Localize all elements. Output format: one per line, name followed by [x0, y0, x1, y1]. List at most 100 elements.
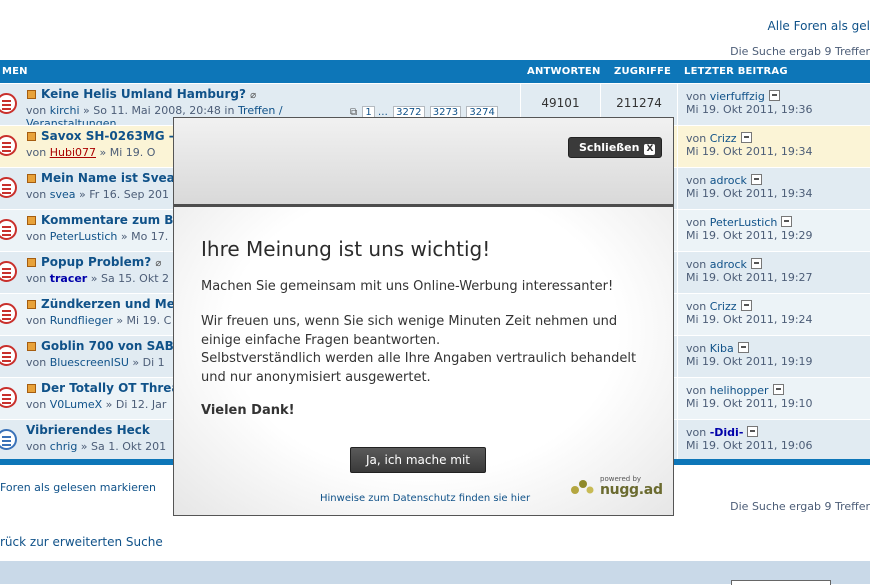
last-post-author-link[interactable]: -Didi- — [710, 426, 744, 439]
search-result-count: Die Suche ergab 9 Treffer — [730, 45, 870, 58]
mark-forums-read-link[interactable]: Foren als gelesen markieren — [0, 481, 156, 494]
topic-read-icon — [0, 345, 17, 366]
last-post-author: von -Didi- — [686, 426, 759, 439]
last-post-time: Mi 19. Okt 2011, 19:27 — [686, 271, 813, 284]
topic-read-icon — [0, 303, 17, 324]
last-post-time: Mi 19. Okt 2011, 19:36 — [686, 103, 813, 116]
header-last-post: LETZTER BEITRAG — [684, 66, 788, 77]
last-post-author-link[interactable]: vierfuffzig — [710, 90, 765, 103]
nuggad-logo[interactable]: powered by nugg.ad — [570, 473, 663, 499]
goto-last-post-icon[interactable] — [747, 426, 759, 437]
topic-meta: von V0LumeX » Di 12. Jar — [26, 398, 167, 411]
topic-title[interactable]: Savox SH-0263MG - T — [41, 129, 186, 143]
paperclip-icon: ⌀ — [250, 90, 257, 101]
post-icon — [27, 300, 36, 309]
last-post-author: von adrock — [686, 174, 762, 187]
topic-title[interactable]: Popup Problem? ⌀ — [41, 255, 161, 269]
goto-last-post-icon[interactable] — [781, 216, 793, 227]
post-icon — [27, 342, 36, 351]
goto-last-post-icon[interactable] — [740, 300, 752, 311]
topic-meta: von PeterLustich » Mo 17. — [26, 230, 169, 243]
topic-title[interactable]: Zündkerzen und Mehr — [41, 297, 189, 311]
mark-all-forums-read-link[interactable]: Alle Foren als gel — [768, 19, 870, 33]
last-post-author-link[interactable]: Crizz — [710, 300, 737, 313]
topic-meta: von BluescreenISU » Di 1 — [26, 356, 165, 369]
footer-box — [731, 580, 831, 585]
goto-last-post-icon[interactable] — [768, 90, 780, 101]
topic-author[interactable]: V0LumeX — [50, 398, 102, 411]
topic-author[interactable]: PeterLustich — [50, 230, 118, 243]
goto-last-post-icon[interactable] — [750, 258, 762, 269]
topic-author[interactable]: Hubi077 — [50, 146, 96, 159]
topic-title[interactable]: Goblin 700 von SAB — [41, 339, 174, 353]
goto-last-post-icon[interactable] — [772, 384, 784, 395]
topic-read-icon — [0, 135, 17, 156]
close-icon: X — [644, 144, 656, 155]
last-post-author-link[interactable]: adrock — [710, 258, 747, 271]
last-post-author: von Crizz — [686, 132, 752, 145]
header-views: ZUGRIFFE — [614, 66, 672, 77]
topic-title[interactable]: Der Totally OT Threa — [41, 381, 180, 395]
header-replies: ANTWORTEN — [527, 66, 601, 77]
post-icon — [27, 384, 36, 393]
last-post-author-link[interactable]: helihopper — [710, 384, 769, 397]
topic-author[interactable]: Rundflieger — [50, 314, 113, 327]
back-to-advanced-search-link[interactable]: rück zur erweiterten Suche — [0, 535, 163, 549]
privacy-link[interactable]: Hinweise zum Datenschutz finden sie hier — [320, 493, 530, 504]
topic-meta: von svea » Fr 16. Sep 201 — [26, 188, 169, 201]
post-icon — [27, 90, 36, 99]
topic-title[interactable]: Mein Name ist Svea — [41, 171, 175, 185]
last-post-time: Mi 19. Okt 2011, 19:10 — [686, 397, 813, 410]
modal-description: Wir freuen uns, wenn Sie sich wenige Min… — [201, 314, 637, 385]
last-post-author: von vierfuffzig — [686, 90, 780, 103]
table-header: MEN ANTWORTEN ZUGRIFFE LETZTER BEITRAG — [0, 60, 870, 83]
header-topics: MEN — [2, 66, 28, 77]
last-post-author: von adrock — [686, 258, 762, 271]
last-post-author-link[interactable]: Kiba — [710, 342, 734, 355]
topic-author[interactable]: svea — [50, 188, 76, 201]
topic-forum-line2[interactable]: Veranstaltungen — [26, 117, 117, 125]
last-post-author-link[interactable]: adrock — [710, 174, 747, 187]
last-post-time: Mi 19. Okt 2011, 19:34 — [686, 145, 813, 158]
last-post-time: Mi 19. Okt 2011, 19:24 — [686, 313, 813, 326]
modal-title: Ihre Meinung ist uns wichtig! — [201, 237, 491, 261]
goto-last-post-icon[interactable] — [750, 174, 762, 185]
topic-read-icon — [0, 387, 17, 408]
topic-author[interactable]: chrig — [50, 440, 78, 453]
logo-text: nugg.ad — [600, 482, 663, 498]
topic-title[interactable]: Vibrierendes Heck — [26, 423, 150, 437]
nuggad-logo-icon — [571, 480, 594, 494]
last-post-author-link[interactable]: Crizz — [710, 132, 737, 145]
topic-read-icon — [0, 177, 17, 198]
last-post-author: von PeterLustich — [686, 216, 793, 229]
last-post-time: Mi 19. Okt 2011, 19:19 — [686, 355, 813, 368]
views-count: 211274 — [616, 96, 662, 110]
modal-intro: Machen Sie gemeinsam mit uns Online-Werb… — [201, 279, 614, 294]
last-post-author-link[interactable]: PeterLustich — [710, 216, 778, 229]
search-result-count-bottom: Die Suche ergab 9 Treffer — [730, 500, 870, 513]
replies-count: 49101 — [541, 96, 580, 110]
topic-author[interactable]: tracer — [50, 272, 88, 285]
survey-modal: Schließen X Ihre Meinung ist uns wichtig!… — [173, 117, 674, 516]
topic-forum[interactable]: Treffen / — [238, 104, 283, 117]
close-button[interactable]: Schließen X — [568, 137, 663, 158]
last-post-author: von Kiba — [686, 342, 749, 355]
last-post-time: Mi 19. Okt 2011, 19:06 — [686, 439, 813, 452]
topic-author[interactable]: BluescreenISU — [50, 356, 129, 369]
topic-title[interactable]: Keine Helis Umland Hamburg? ⌀ — [41, 87, 256, 101]
last-post-time: Mi 19. Okt 2011, 19:29 — [686, 229, 813, 242]
topic-author[interactable]: kirchi — [50, 104, 80, 117]
goto-last-post-icon[interactable] — [740, 132, 752, 143]
modal-header: Schließen X — [174, 118, 673, 207]
topic-read-icon — [0, 429, 17, 450]
topic-read-icon — [0, 93, 17, 114]
topic-title[interactable]: Kommentare zum Bau — [41, 213, 190, 227]
modal-body: Ihre Meinung ist uns wichtig! Machen Sie… — [174, 207, 673, 515]
last-post-time: Mi 19. Okt 2011, 19:34 — [686, 187, 813, 200]
topic-meta: von Hubi077 » Mi 19. O — [26, 146, 156, 159]
topic-read-icon — [0, 219, 17, 240]
goto-last-post-icon[interactable] — [737, 342, 749, 353]
last-post-author: von Crizz — [686, 300, 752, 313]
participate-button[interactable]: Ja, ich mache mit — [350, 447, 486, 473]
post-icon — [27, 132, 36, 141]
